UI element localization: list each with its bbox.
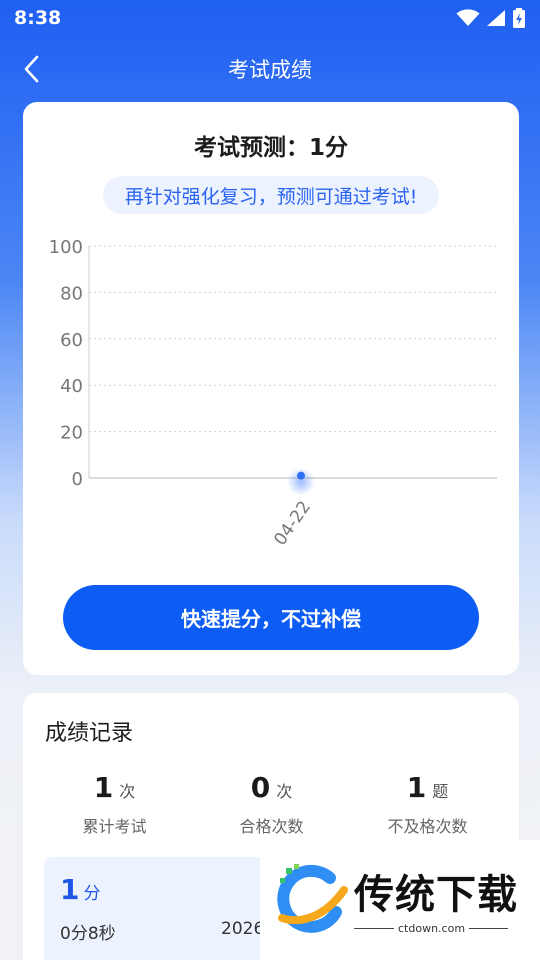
- stat-unit: 次: [119, 782, 136, 801]
- record-score: 1: [60, 873, 80, 906]
- stat-label: 累计考试: [82, 817, 147, 836]
- battery-icon: [513, 8, 525, 28]
- records-title: 成绩记录: [45, 721, 134, 746]
- improve-score-button[interactable]: 快速提分，不过补偿: [63, 585, 479, 650]
- stat-pass-count: 0 次 合格次数: [189, 771, 354, 837]
- x-tick-label: 04-22: [270, 497, 315, 549]
- wifi-icon: [456, 9, 480, 26]
- status-time: 8:38: [14, 7, 62, 29]
- status-bar: 8:38: [0, 0, 540, 36]
- record-score-unit: 分: [83, 884, 101, 904]
- watermark-text: 传统下载: [354, 872, 518, 918]
- y-tick-label: 80: [60, 283, 83, 304]
- forecast-card: 考试预测：1分 再针对强化复习，预测可通过考试! 0 20 40 60 80 100 04-…: [23, 102, 519, 675]
- stat-fail-count: 1 题 不及格次数: [345, 771, 510, 837]
- forecast-title: 考试预测：1分: [193, 135, 348, 161]
- watermark-url: ctdown.com: [394, 922, 470, 935]
- stat-value: 0: [250, 771, 271, 804]
- stat-value: 1: [93, 771, 114, 804]
- y-tick-label: 60: [60, 330, 83, 351]
- forecast-tip: 再针对强化复习，预测可通过考试!: [103, 176, 439, 214]
- stat-unit: 题: [432, 782, 449, 801]
- watermark: 传统下载 ctdown.com: [260, 840, 540, 960]
- watermark-logo-icon: [277, 864, 348, 933]
- record-score-row: 1 分: [60, 873, 100, 906]
- y-tick-label: 100: [49, 237, 83, 258]
- stat-total-exams: 1 次 累计考试: [32, 771, 197, 837]
- data-point: [297, 471, 305, 480]
- stat-value: 1: [406, 771, 427, 804]
- status-icons: [456, 8, 526, 28]
- stats-row: 1 次 累计考试 0 次 合格次数 1 题 不及格次数: [23, 771, 519, 841]
- nav-bar: 考试成绩: [0, 44, 540, 94]
- stat-label: 合格次数: [239, 817, 304, 836]
- stat-label: 不及格次数: [387, 817, 468, 836]
- page-title: 考试成绩: [228, 58, 312, 82]
- signal-icon: [487, 10, 505, 26]
- y-tick-label: 20: [60, 423, 83, 444]
- y-tick-label: 0: [72, 469, 83, 490]
- stat-unit: 次: [276, 782, 293, 801]
- record-duration: 0分8秒: [60, 924, 116, 944]
- y-tick-label: 40: [60, 376, 83, 397]
